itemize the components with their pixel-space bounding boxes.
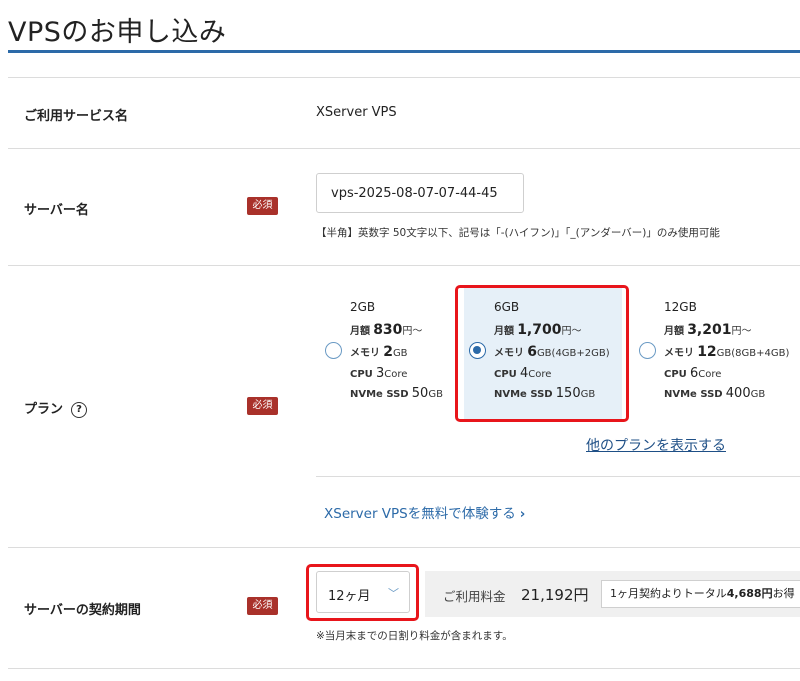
plan-radio-12gb[interactable] <box>639 342 656 359</box>
divider <box>8 148 800 149</box>
free-trial-link[interactable]: XServer VPSを無料で体験する › <box>324 502 525 522</box>
contract-select-highlight <box>306 564 419 621</box>
plan-ssd: NVMe SSD 400GB <box>664 386 766 401</box>
prorate-footnote: ※当月末までの日割り料金が含まれます。 <box>316 630 513 642</box>
server-name-hint: 【半角】英数字 50文字以下、記号は「-(ハイフン)」「_(アンダーバー)」のみ… <box>316 227 720 239</box>
divider <box>8 77 800 78</box>
plan-memory: メモリ 12GB(8GB+4GB) <box>664 344 790 360</box>
title-underline <box>8 50 800 53</box>
divider <box>8 668 800 669</box>
server-name-input[interactable] <box>316 173 524 213</box>
plan-name: 2GB <box>350 300 376 314</box>
plan-label-text: プラン <box>24 402 64 417</box>
plan-price: 月額 830円～ <box>350 322 423 338</box>
required-badge: 必須 <box>247 197 278 215</box>
plan-radio-2gb[interactable] <box>325 342 342 359</box>
question-circle-icon[interactable]: ? <box>71 401 88 418</box>
free-trial-link-text: XServer VPSを無料で体験する <box>324 506 516 522</box>
plan-cpu: CPU 3Core <box>350 366 408 381</box>
plan-memory: メモリ 2GB <box>350 344 408 360</box>
plan-price: 月額 3,201円～ <box>664 322 752 338</box>
service-name-value: XServer VPS <box>316 105 397 120</box>
divider <box>316 476 800 477</box>
server-name-label: サーバー名 <box>24 203 89 218</box>
chevron-right-icon: › <box>519 506 526 522</box>
plan-option-12gb[interactable]: 12GB 月額 3,201円～ メモリ 12GB(8GB+4GB) CPU 6C… <box>634 286 800 420</box>
plan-name: 12GB <box>664 300 697 314</box>
show-more-plans-link[interactable]: 他のプランを表示する <box>586 435 726 455</box>
selected-plan-highlight <box>455 285 629 422</box>
required-badge: 必須 <box>247 397 278 415</box>
divider <box>8 265 800 266</box>
savings-note: 1ヶ月契約よりトータル4,688円お得 <box>601 580 800 608</box>
page-title: VPSのお申し込み <box>8 17 227 48</box>
plan-label: プラン? <box>24 398 88 418</box>
plan-option-2gb[interactable]: 2GB 月額 830円～ メモリ 2GB CPU 3Core NVMe SSD … <box>320 286 450 420</box>
contract-period-label: サーバーの契約期間 <box>24 603 141 618</box>
fee-value: 21,192円 <box>521 586 589 604</box>
plan-ssd: NVMe SSD 50GB <box>350 386 443 401</box>
fee-label: ご利用料金 <box>443 589 506 604</box>
plan-cpu: CPU 6Core <box>664 366 722 381</box>
required-badge: 必須 <box>247 597 278 615</box>
fee-panel: ご利用料金 21,192円 1ヶ月契約よりトータル4,688円お得 <box>425 571 800 617</box>
divider <box>8 547 800 548</box>
service-name-label: ご利用サービス名 <box>24 109 129 124</box>
